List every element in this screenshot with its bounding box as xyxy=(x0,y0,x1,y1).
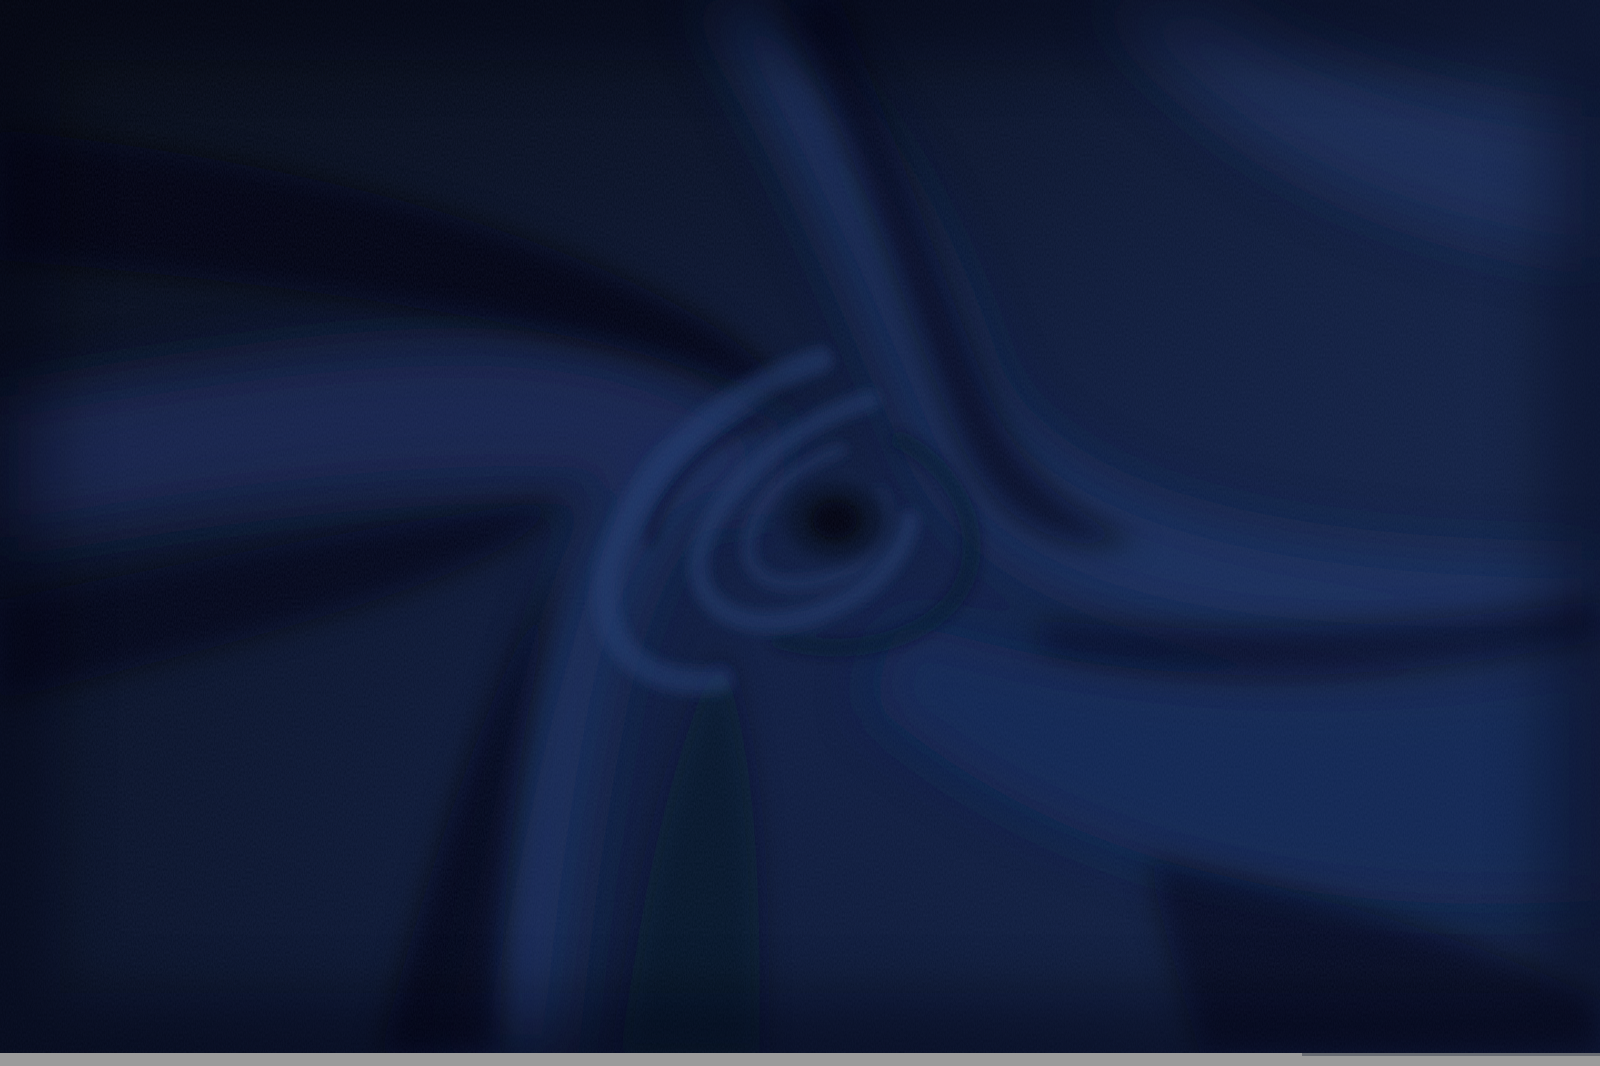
bottom-border-strip xyxy=(0,1053,1600,1066)
fabric-swirl-illustration xyxy=(0,0,1600,1053)
fabric-photo xyxy=(0,0,1600,1053)
bottom-strip-notch xyxy=(1302,1053,1600,1056)
